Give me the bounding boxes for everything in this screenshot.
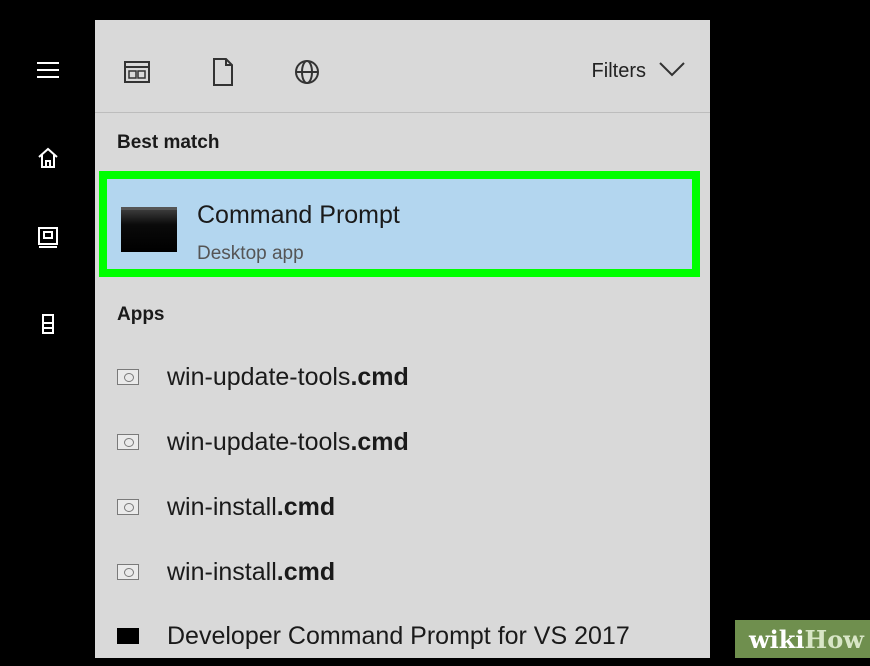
toolbar-divider [95, 112, 710, 113]
list-item[interactable]: win-update-tools.cmd [95, 412, 710, 472]
search-toolbar: Filters [95, 20, 710, 112]
app-extension: .cmd [276, 492, 336, 521]
list-item[interactable]: win-install.cmd [95, 542, 710, 602]
list-item[interactable]: Developer Command Prompt for VS 2017 [95, 606, 710, 666]
list-item[interactable]: win-install.cmd [95, 477, 710, 537]
app-name: win-install [167, 557, 277, 586]
apps-heading: Apps [117, 304, 165, 325]
app-name: win-update-tools [167, 427, 351, 456]
script-icon [117, 499, 139, 515]
best-match-result[interactable]: Command Prompt Desktop app [99, 171, 700, 277]
menu-icon[interactable] [0, 46, 95, 94]
apps-icon[interactable] [117, 52, 157, 92]
app-extension: .cmd [350, 362, 409, 391]
watermark-how: How [804, 624, 864, 654]
script-icon [117, 564, 139, 580]
chevron-down-icon [658, 60, 686, 83]
best-match-title: Command Prompt [197, 201, 400, 229]
document-icon[interactable] [203, 52, 243, 92]
app-name: Developer Command Prompt for VS 2017 [167, 621, 630, 650]
documents-icon[interactable] [0, 214, 95, 262]
wikihow-watermark: wiki How [735, 620, 870, 658]
app-name: win-update-tools [167, 362, 351, 391]
filters-label: Filters [591, 59, 646, 82]
web-icon[interactable] [287, 52, 327, 92]
tower-icon[interactable] [0, 300, 95, 348]
home-icon[interactable] [0, 134, 95, 182]
start-menu-rail [0, 0, 95, 658]
app-name: win-install [167, 492, 277, 521]
filters-dropdown[interactable]: Filters [592, 56, 686, 86]
script-icon [117, 434, 139, 450]
search-results-panel: Filters Best match Command Prompt Deskto… [95, 20, 710, 658]
watermark-wiki: wiki [749, 624, 805, 654]
list-item[interactable]: win-update-tools.cmd [95, 347, 710, 407]
best-match-subtitle: Desktop app [197, 243, 304, 264]
app-extension: .cmd [276, 557, 336, 586]
app-extension: .cmd [350, 427, 409, 456]
script-icon [117, 369, 139, 385]
command-prompt-icon [121, 207, 177, 252]
console-icon [117, 628, 139, 644]
best-match-heading: Best match [117, 132, 220, 153]
